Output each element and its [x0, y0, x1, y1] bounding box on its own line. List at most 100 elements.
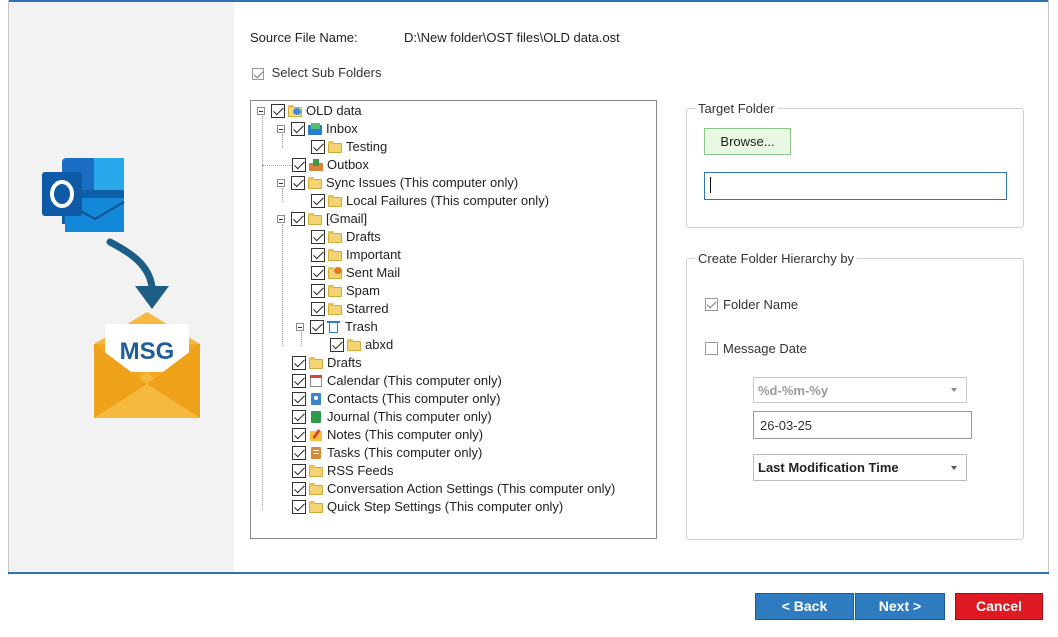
target-folder-legend: Target Folder [695, 101, 778, 116]
tree-row-contacts[interactable]: Contacts (This computer only) [292, 390, 500, 408]
tree-row-trash[interactable]: Trash [296, 318, 378, 336]
tree-checkbox[interactable] [292, 410, 306, 424]
tree-connector [282, 224, 283, 346]
tree-label: Drafts [346, 229, 381, 244]
time-basis-select[interactable]: Last Modification Time [753, 454, 967, 481]
back-button[interactable]: < Back [755, 593, 854, 620]
tree-row-testing[interactable]: Testing [311, 138, 387, 156]
tree-row-rss-feeds[interactable]: RSS Feeds [292, 462, 393, 480]
tree-label: Local Failures (This computer only) [346, 193, 550, 208]
tree-connector [262, 165, 292, 166]
tree-row-starred[interactable]: Starred [311, 300, 389, 318]
tree-row-tasks[interactable]: Tasks (This computer only) [292, 444, 482, 462]
tree-label: Spam [346, 283, 380, 298]
tree-row-spam[interactable]: Spam [311, 282, 380, 300]
tree-checkbox[interactable] [311, 284, 325, 298]
folder-icon [328, 249, 342, 261]
tree-row-important[interactable]: Important [311, 246, 401, 264]
tasks-icon [309, 447, 323, 459]
tree-row-calendar[interactable]: Calendar (This computer only) [292, 372, 502, 390]
tree-checkbox[interactable] [291, 176, 305, 190]
tree-row-sent-mail[interactable]: Sent Mail [311, 264, 400, 282]
tree-label: Outbox [327, 157, 369, 172]
tree-row-gmail-drafts[interactable]: Drafts [311, 228, 381, 246]
tree-checkbox[interactable] [310, 320, 324, 334]
tree-row-drafts[interactable]: Drafts [292, 354, 362, 372]
msg-envelope-icon [94, 312, 200, 418]
folder-icon [309, 501, 323, 513]
tree-checkbox[interactable] [292, 500, 306, 514]
sent-mail-icon [328, 267, 342, 279]
folder-name-checkbox[interactable]: Folder Name [705, 297, 798, 312]
date-format-select[interactable]: %d-%m-%y [753, 377, 967, 403]
folder-icon [328, 303, 342, 315]
collapse-toggle-icon[interactable] [277, 179, 285, 187]
text-cursor [710, 177, 711, 193]
tree-row-root[interactable]: OLD data [257, 102, 362, 120]
inbox-icon [308, 123, 322, 135]
tree-label: OLD data [306, 103, 362, 118]
tree-checkbox[interactable] [330, 338, 344, 352]
checkbox-icon [705, 342, 718, 355]
tree-label: Calendar (This computer only) [327, 373, 502, 388]
select-sub-folders-checkbox[interactable]: Select Sub Folders [252, 65, 381, 80]
message-date-checkbox[interactable]: Message Date [705, 341, 807, 356]
tree-checkbox[interactable] [311, 248, 325, 262]
tree-row-quick-step-settings[interactable]: Quick Step Settings (This computer only) [292, 498, 563, 516]
folder-icon [308, 177, 322, 189]
trash-icon [327, 321, 341, 333]
folder-hierarchy-legend: Create Folder Hierarchy by [695, 251, 858, 266]
contacts-icon [309, 393, 323, 405]
tree-label: Journal (This computer only) [327, 409, 492, 424]
tree-checkbox[interactable] [311, 140, 325, 154]
target-folder-path-input[interactable] [704, 172, 1007, 200]
sidebar-panel: MSG [9, 2, 234, 572]
collapse-toggle-icon[interactable] [277, 125, 285, 133]
tree-row-local-failures[interactable]: Local Failures (This computer only) [311, 192, 549, 210]
tree-checkbox[interactable] [311, 194, 325, 208]
collapse-toggle-icon[interactable] [277, 215, 285, 223]
tree-row-abxd[interactable]: abxd [330, 336, 393, 354]
tree-row-notes[interactable]: Notes (This computer only) [292, 426, 483, 444]
tree-checkbox[interactable] [292, 464, 306, 478]
tree-checkbox[interactable] [311, 230, 325, 244]
cancel-button[interactable]: Cancel [955, 593, 1043, 620]
chevron-down-icon [951, 388, 957, 392]
tree-checkbox[interactable] [292, 446, 306, 460]
tree-checkbox[interactable] [292, 482, 306, 496]
tree-checkbox[interactable] [292, 356, 306, 370]
tree-row-sync-issues[interactable]: Sync Issues (This computer only) [277, 174, 518, 192]
folder-icon [328, 231, 342, 243]
outlook-icon [42, 158, 125, 232]
tree-checkbox[interactable] [292, 428, 306, 442]
footer-divider [8, 572, 1049, 574]
date-preview-field[interactable]: 26-03-25 [753, 411, 972, 439]
folder-icon [309, 483, 323, 495]
tree-checkbox[interactable] [271, 104, 285, 118]
tree-row-outbox[interactable]: Outbox [292, 156, 369, 174]
tree-label: Conversation Action Settings (This compu… [327, 481, 616, 496]
tree-checkbox[interactable] [292, 392, 306, 406]
collapse-toggle-icon[interactable] [257, 107, 265, 115]
tree-checkbox[interactable] [311, 302, 325, 316]
tree-row-conversation-action-settings[interactable]: Conversation Action Settings (This compu… [292, 480, 615, 498]
tree-checkbox[interactable] [291, 212, 305, 226]
browse-button[interactable]: Browse... [704, 128, 791, 155]
folder-name-label: Folder Name [723, 297, 799, 312]
tree-label: Drafts [327, 355, 362, 370]
select-sub-folders-label: Select Sub Folders [271, 65, 382, 80]
folder-icon [328, 141, 342, 153]
source-file-path: D:\New folder\OST files\OLD data.ost [404, 30, 620, 45]
tree-checkbox[interactable] [292, 158, 306, 172]
tree-label: RSS Feeds [327, 463, 394, 478]
collapse-toggle-icon[interactable] [296, 323, 304, 331]
tree-checkbox[interactable] [311, 266, 325, 280]
checkbox-icon [705, 298, 718, 311]
next-button[interactable]: Next > [855, 593, 945, 620]
tree-row-gmail[interactable]: [Gmail] [277, 210, 367, 228]
tree-row-journal[interactable]: Journal (This computer only) [292, 408, 492, 426]
tree-checkbox[interactable] [292, 374, 306, 388]
tree-label: Inbox [326, 121, 358, 136]
tree-row-inbox[interactable]: Inbox [277, 120, 358, 138]
tree-checkbox[interactable] [291, 122, 305, 136]
